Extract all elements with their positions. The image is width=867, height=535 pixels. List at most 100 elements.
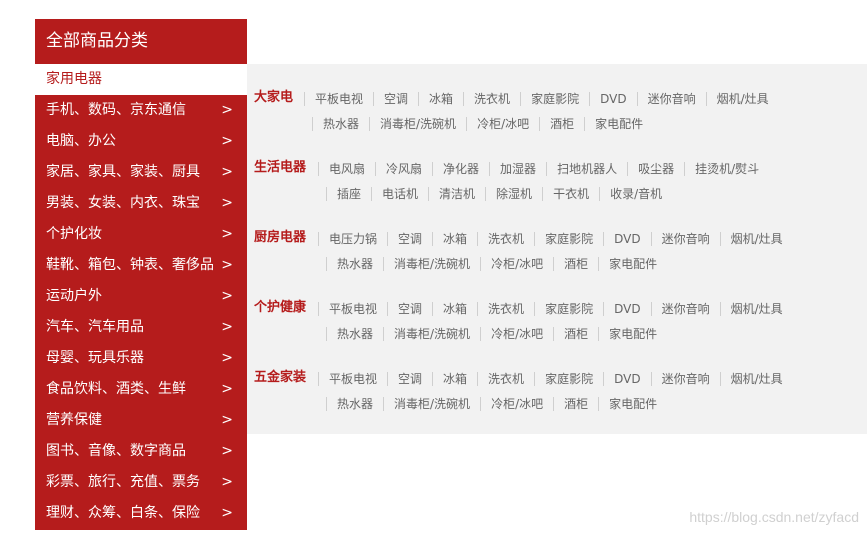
subcategory-link[interactable]: 家庭影院 (534, 372, 603, 386)
subcategory-link[interactable]: 洗衣机 (463, 92, 520, 106)
subcategory-link[interactable]: 冰箱 (432, 232, 477, 246)
sidebar-item-label: 运动户外 (46, 288, 102, 304)
sidebar-item[interactable]: 母婴、玩具乐器 > (35, 343, 247, 374)
subcategory-link[interactable]: 家电配件 (584, 117, 653, 131)
subcategory-link[interactable]: 平板电视 (318, 372, 387, 386)
subcategory-link[interactable]: 家庭影院 (520, 92, 589, 106)
sidebar-item[interactable]: 彩票、旅行、充值、票务 > (35, 467, 247, 498)
sidebar-item[interactable]: 电脑、办公 > (35, 126, 247, 157)
subcategory-link[interactable]: 家电配件 (598, 257, 667, 271)
subcategory-link[interactable]: 加湿器 (489, 162, 546, 176)
subcategory-link[interactable]: 冷柜/冰吧 (466, 117, 539, 131)
subcategory-link[interactable]: 冷风扇 (375, 162, 432, 176)
subcategory-link[interactable]: 插座 (326, 187, 371, 201)
group-link-row: 热水器 消毒柜/洗碗机 冷柜/冰吧 酒柜 家电配件 (326, 393, 667, 415)
subcategory-link[interactable]: 冰箱 (418, 92, 463, 106)
sidebar-item[interactable]: 家居、家具、家装、厨具 > (35, 157, 247, 188)
subcategory-link[interactable]: 家庭影院 (534, 232, 603, 246)
group-link-row: 平板电视 空调 冰箱 洗衣机 家庭影院 DVD 迷你音响 烟机/灶具 (318, 368, 793, 390)
subcategory-link[interactable]: 空调 (387, 372, 432, 386)
group-link-row: 插座 电话机 清洁机 除湿机 干衣机 收录/音机 (326, 183, 672, 205)
subcategory-link[interactable]: 消毒柜/洗碗机 (369, 117, 466, 131)
subcategory-link[interactable]: 家庭影院 (534, 302, 603, 316)
subcategory-panel: 大家电 平板电视 空调 冰箱 洗衣机 家庭影院 DVD 迷你音响 烟机/灶具 热水器 消毒柜/洗碗机… (247, 64, 867, 434)
subcategory-link[interactable]: 冷柜/冰吧 (480, 257, 553, 271)
sidebar-item-label: 男装、女装、内衣、珠宝 (46, 195, 200, 211)
sidebar-item-label: 理财、众筹、白条、保险 (46, 505, 200, 521)
sidebar-item[interactable]: 运动户外 > (35, 281, 247, 312)
subcategory-link[interactable]: DVD (603, 302, 650, 316)
chevron-right-icon: > (221, 505, 233, 521)
sidebar-item[interactable]: 汽车、汽车用品 > (35, 312, 247, 343)
subcategory-link[interactable]: 电话机 (371, 187, 428, 201)
group-title[interactable]: 厨房电器 (254, 227, 306, 249)
subcategory-link[interactable]: DVD (589, 92, 636, 106)
sidebar-item[interactable]: 个护化妆 > (35, 219, 247, 250)
subcategory-link[interactable]: 酒柜 (539, 117, 584, 131)
subcategory-link[interactable]: 平板电视 (318, 302, 387, 316)
group-title[interactable]: 个护健康 (254, 297, 306, 319)
subcategory-link[interactable]: 冰箱 (432, 302, 477, 316)
subcategory-link[interactable]: 平板电视 (304, 92, 373, 106)
subcategory-link[interactable]: DVD (603, 232, 650, 246)
sidebar-item[interactable]: 图书、音像、数字商品 > (35, 436, 247, 467)
subcategory-link[interactable]: 烟机/灶具 (705, 92, 779, 106)
subcategory-link[interactable]: 热水器 (326, 327, 383, 341)
subcategory-link[interactable]: 迷你音响 (650, 372, 720, 386)
sidebar-item-label: 营养保健 (46, 412, 102, 428)
subcategory-link[interactable]: 挂烫机/熨斗 (684, 162, 769, 176)
subcategory-link[interactable]: 酒柜 (553, 397, 598, 411)
subcategory-link[interactable]: 酒柜 (553, 327, 598, 341)
group-link-row: 热水器 消毒柜/洗碗机 冷柜/冰吧 酒柜 家电配件 (312, 113, 653, 135)
subcategory-link[interactable]: 收录/音机 (599, 187, 672, 201)
subcategory-link[interactable]: 消毒柜/洗碗机 (383, 397, 480, 411)
sidebar-item[interactable]: 鞋靴、箱包、钟表、奢侈品 > (35, 250, 247, 281)
subcategory-link[interactable]: 吸尘器 (627, 162, 684, 176)
subcategory-link[interactable]: 迷你音响 (636, 92, 706, 106)
subcategory-link[interactable]: 清洁机 (428, 187, 485, 201)
subcategory-link[interactable]: 电压力锅 (318, 232, 387, 246)
subcategory-link[interactable]: 迷你音响 (650, 302, 720, 316)
sidebar-item[interactable]: 男装、女装、内衣、珠宝 > (35, 188, 247, 219)
subcategory-link[interactable]: 烟机/灶具 (719, 302, 793, 316)
subcategory-link[interactable]: 烟机/灶具 (719, 372, 793, 386)
subcategory-link[interactable]: 热水器 (312, 117, 369, 131)
subcategory-link[interactable]: 空调 (387, 302, 432, 316)
subcategory-link[interactable]: 洗衣机 (477, 232, 534, 246)
subcategory-link[interactable]: 家电配件 (598, 397, 667, 411)
chevron-right-icon: > (221, 133, 233, 149)
subcategory-link[interactable]: 除湿机 (485, 187, 542, 201)
sidebar-item-label: 图书、音像、数字商品 (46, 443, 186, 459)
subcategory-link[interactable]: 热水器 (326, 397, 383, 411)
subcategory-link[interactable]: 冷柜/冰吧 (480, 397, 553, 411)
sidebar-item-active[interactable]: 家用电器 (35, 64, 249, 95)
sidebar-item[interactable]: 理财、众筹、白条、保险 > (35, 498, 247, 529)
subcategory-link[interactable]: 干衣机 (542, 187, 599, 201)
group-title[interactable]: 生活电器 (254, 157, 306, 179)
subcategory-link[interactable]: 电风扇 (318, 162, 375, 176)
subcategory-link[interactable]: 热水器 (326, 257, 383, 271)
subcategory-link[interactable]: 洗衣机 (477, 302, 534, 316)
group-title[interactable]: 大家电 (254, 87, 293, 109)
subcategory-link[interactable]: 酒柜 (553, 257, 598, 271)
subcategory-link[interactable]: 冷柜/冰吧 (480, 327, 553, 341)
sidebar-item[interactable]: 营养保健 > (35, 405, 247, 436)
subcategory-link[interactable]: 消毒柜/洗碗机 (383, 327, 480, 341)
group-title[interactable]: 五金家装 (254, 367, 306, 389)
sidebar-item[interactable]: 食品饮料、酒类、生鲜 > (35, 374, 247, 405)
subcategory-link[interactable]: 扫地机器人 (546, 162, 627, 176)
subcategory-link[interactable]: 空调 (373, 92, 418, 106)
chevron-right-icon: > (221, 195, 233, 211)
chevron-right-icon: > (221, 381, 233, 397)
subcategory-link[interactable]: DVD (603, 372, 650, 386)
subcategory-link[interactable]: 冰箱 (432, 372, 477, 386)
subcategory-link[interactable]: 家电配件 (598, 327, 667, 341)
subcategory-link[interactable]: 空调 (387, 232, 432, 246)
subcategory-link[interactable]: 洗衣机 (477, 372, 534, 386)
subcategory-link[interactable]: 消毒柜/洗碗机 (383, 257, 480, 271)
subcategory-link[interactable]: 净化器 (432, 162, 489, 176)
subcategory-link[interactable]: 迷你音响 (650, 232, 720, 246)
sidebar-item-label: 电脑、办公 (46, 133, 116, 149)
sidebar-item[interactable]: 手机、数码、京东通信 > (35, 95, 247, 126)
subcategory-link[interactable]: 烟机/灶具 (719, 232, 793, 246)
